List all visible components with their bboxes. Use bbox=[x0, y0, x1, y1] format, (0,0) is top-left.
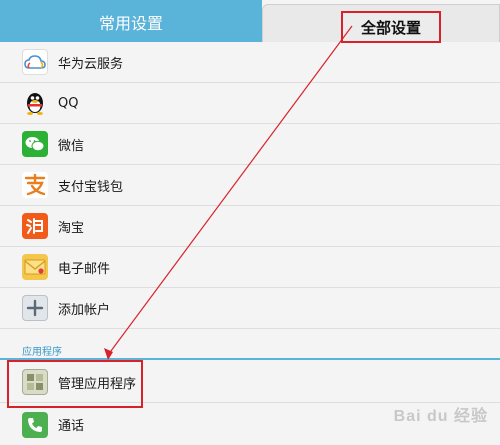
tab-all-settings[interactable]: 全部设置 bbox=[262, 4, 500, 43]
list-item-wechat[interactable]: 微信 bbox=[0, 124, 500, 165]
list-item-label: 微信 bbox=[58, 138, 85, 154]
list-item-qq[interactable]: QQ bbox=[0, 83, 500, 124]
email-icon bbox=[22, 254, 48, 280]
list-item-email[interactable]: 电子邮件 bbox=[0, 247, 500, 288]
list-item-label: 淘宝 bbox=[58, 220, 85, 236]
list-item-label: 通话 bbox=[58, 419, 85, 434]
tab-common-settings[interactable]: 常用设置 bbox=[0, 0, 262, 42]
tab-all-settings-label[interactable]: 全部设置 bbox=[341, 11, 441, 43]
tab-all-settings-text: 全部设置 bbox=[360, 18, 421, 37]
list-item-add-account[interactable]: 添加帐户 bbox=[0, 288, 500, 329]
list-item-label: 支付宝钱包 bbox=[58, 179, 124, 195]
settings-tabs: 常用设置 全部设置 bbox=[0, 0, 500, 43]
list-item-label: 添加帐户 bbox=[58, 302, 111, 318]
list-item-huawei-cloud[interactable]: 华为云服务 bbox=[0, 42, 500, 83]
section-title: 应用程序 bbox=[22, 347, 62, 358]
wechat-icon bbox=[22, 131, 48, 157]
tab-common-settings-label: 常用设置 bbox=[98, 14, 163, 33]
plus-icon bbox=[22, 295, 48, 321]
cloud-icon bbox=[22, 49, 48, 75]
section-header-apps: 应用程序 bbox=[0, 342, 500, 360]
annotation-highlight-box bbox=[7, 360, 143, 408]
list-item-alipay[interactable]: 支付宝钱包 bbox=[0, 165, 500, 206]
taobao-icon bbox=[22, 213, 48, 239]
qq-penguin-icon bbox=[22, 90, 48, 116]
list-item-label: 电子邮件 bbox=[58, 261, 111, 277]
list-item-label: 华为云服务 bbox=[58, 56, 124, 72]
watermark-logo: Bai du 经验 bbox=[393, 408, 488, 425]
phone-icon bbox=[22, 411, 48, 438]
list-item-taobao[interactable]: 淘宝 bbox=[0, 206, 500, 247]
list-item-label: QQ bbox=[58, 95, 79, 111]
alipay-icon bbox=[22, 172, 48, 198]
